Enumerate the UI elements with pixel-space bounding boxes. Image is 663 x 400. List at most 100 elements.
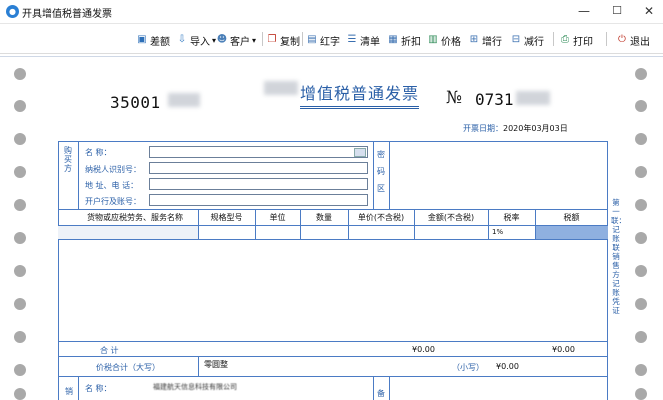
perforation-hole — [14, 166, 26, 178]
perforation-hole — [14, 364, 26, 376]
customer-icon: ☻ — [216, 34, 228, 45]
password-area-label: 密码区 — [377, 150, 385, 193]
buyer-lookup-button[interactable] — [354, 148, 366, 157]
add-row-icon: ⊞ — [469, 34, 479, 45]
perforation-hole — [14, 100, 26, 112]
customer-button[interactable]: ☻ 客户 ▾ — [216, 31, 256, 49]
perforation-hole — [635, 388, 647, 400]
list-icon: ☰ — [347, 34, 357, 45]
perforation-hole — [635, 331, 647, 343]
perforation-hole — [14, 331, 26, 343]
total-tax: ¥0.00 — [552, 345, 575, 354]
col-tax-amount: 税额 — [563, 213, 580, 222]
diff-icon: ▣ — [137, 34, 147, 45]
seller-name-value: 福建航天信息科技有限公司 — [153, 383, 237, 391]
row-tax-rate[interactable]: 1% — [492, 228, 503, 236]
perforation-hole — [14, 68, 26, 80]
col-unit: 单位 — [269, 213, 286, 222]
number-sign: № — [446, 88, 463, 108]
print-button[interactable]: ⎙ 打印 — [559, 31, 593, 49]
list-button[interactable]: ☰ 清单 — [346, 31, 380, 49]
copy-button[interactable]: ❐ 复制 — [266, 31, 300, 49]
redacted-code — [168, 93, 200, 107]
divider — [389, 141, 390, 209]
col-unit-price: 单价(不含税) — [357, 213, 405, 222]
issue-date: 开票日期：2020年03月03日 — [463, 124, 568, 133]
seller-name-label: 名 称： — [85, 384, 112, 393]
row-tax-amount-cell[interactable] — [536, 226, 608, 239]
table-row[interactable]: 1% — [58, 226, 608, 239]
perforation-hole — [635, 133, 647, 145]
toolbar-divider — [606, 32, 607, 46]
perforation-hole — [635, 100, 647, 112]
small-amount: ¥0.00 — [496, 362, 519, 371]
divider — [373, 141, 374, 209]
invoice-number: 0731 — [475, 90, 514, 109]
invoice-code: 35001 — [110, 93, 161, 112]
toolbar-divider — [302, 32, 303, 46]
import-icon: ⇩ — [177, 34, 187, 45]
red-invoice-button[interactable]: ▤ 红字 — [306, 31, 340, 49]
perforation-hole — [635, 364, 647, 376]
perforation-hole — [635, 232, 647, 244]
toolbar: ▣ 差额 ⇩ 导入 ▾ ☻ 客户 ▾ ❐ 复制 ▤ 红字 ☰ 清单 ▦ 折扣 ▥ 价格 ⊞ 增行 ⊟ 减… — [0, 24, 663, 54]
perforation-hole — [635, 166, 647, 178]
divider — [389, 376, 390, 400]
divider — [58, 239, 608, 240]
remove-row-button[interactable]: ⊟ 减行 — [510, 31, 544, 49]
col-spec: 规格型号 — [210, 213, 243, 222]
chevron-down-icon: ▾ — [252, 35, 257, 45]
perforation-hole — [14, 388, 26, 400]
price-icon: ▥ — [428, 34, 438, 45]
red-invoice-icon: ▤ — [307, 34, 317, 45]
invoice-title: 增值税普通发票 — [300, 80, 420, 109]
perforation-hole — [14, 133, 26, 145]
redacted-region — [264, 81, 298, 95]
perforation-hole — [635, 199, 647, 211]
divider — [58, 376, 608, 377]
grand-total-caps: 零圆整 — [204, 360, 228, 369]
divider — [198, 356, 199, 376]
small-label: （小写） — [452, 363, 484, 372]
perforation-hole — [14, 265, 26, 277]
maximize-button[interactable]: ☐ — [606, 2, 628, 20]
perforation-hole — [635, 68, 647, 80]
buyer-address-label: 地 址、电 话： — [85, 181, 139, 190]
buyer-bank-input[interactable] — [149, 194, 368, 206]
exit-button[interactable]: ⏻ 退出 — [616, 31, 650, 49]
price-button[interactable]: ▥ 价格 — [427, 31, 461, 49]
buyer-taxid-input[interactable] — [149, 162, 368, 174]
divider — [373, 376, 374, 400]
divider — [58, 209, 608, 210]
seller-side-label: 销 — [65, 387, 73, 396]
seller-name-field[interactable]: 福建航天信息科技有限公司 — [149, 381, 368, 393]
col-goods-name: 货物或应税劳务、服务名称 — [87, 213, 183, 222]
toolbar-divider — [262, 32, 263, 46]
buyer-bank-label: 开户行及账号： — [85, 197, 141, 206]
col-amount: 金额(不含税) — [427, 213, 475, 222]
add-row-button[interactable]: ⊞ 增行 — [468, 31, 502, 49]
buyer-address-input[interactable] — [149, 178, 368, 190]
app-logo-icon: ● — [6, 5, 19, 18]
divider — [58, 356, 608, 357]
redacted-number — [516, 91, 550, 105]
row-cell[interactable] — [58, 226, 198, 239]
buyer-side-label: 购买方 — [64, 146, 72, 173]
buyer-name-input[interactable] — [149, 146, 368, 158]
exit-icon: ⏻ — [618, 34, 626, 45]
perforation-hole — [14, 232, 26, 244]
divider — [78, 376, 79, 400]
divider — [58, 341, 608, 342]
discount-icon: ▦ — [388, 34, 398, 45]
import-button[interactable]: ⇩ 导入 ▾ — [176, 31, 216, 49]
copy-designation: 第一联：记账联 销售方记账凭证 — [611, 198, 626, 315]
remove-row-icon: ⊟ — [511, 34, 521, 45]
diff-button[interactable]: ▣ 差额 — [136, 31, 170, 49]
minimize-button[interactable]: — — [573, 2, 595, 20]
remark-label: 备 — [377, 389, 385, 398]
perforation-hole — [635, 298, 647, 310]
discount-button[interactable]: ▦ 折扣 — [387, 31, 421, 49]
total-label: 合 计 — [100, 346, 119, 355]
close-button[interactable]: ✕ — [638, 2, 660, 20]
total-amount: ¥0.00 — [412, 345, 435, 354]
